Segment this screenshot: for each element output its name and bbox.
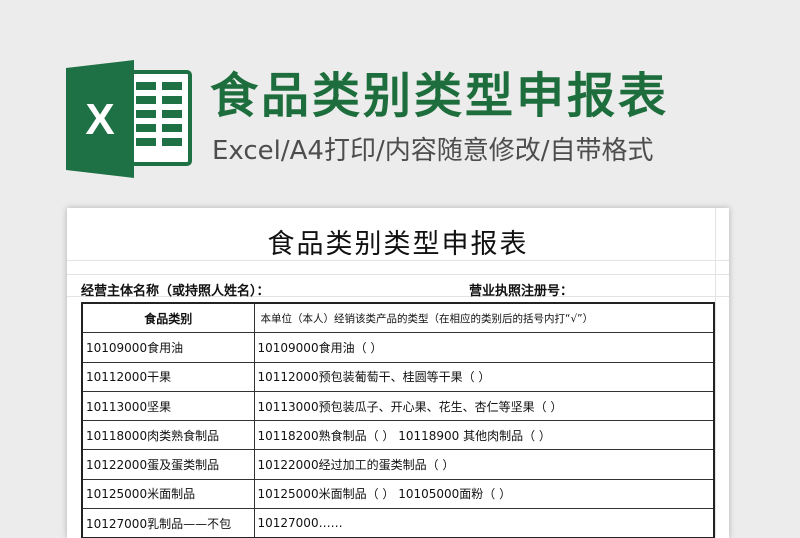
table-cell-type: 10122000经过加工的蛋类制品（ ） — [253, 449, 715, 480]
table-row: 10113000坚果 10113000预包装瓜子、开心果、花生、杏仁等坚果（ ） — [81, 390, 715, 422]
license-number-label: 营业执照注册号： — [469, 284, 574, 299]
page-title: 食品类别类型申报表 — [210, 68, 670, 124]
sheet-gridline — [67, 274, 729, 275]
table-cell-category: 10112000干果 — [81, 361, 255, 392]
table-cell-category: 10125000米面制品 — [81, 478, 255, 510]
table-cell-type: 10112000预包装葡萄干、桂圆等干果（ ） — [253, 361, 715, 392]
table-row: 10125000米面制品 10125000米面制品（ ） 10105000面粉（… — [81, 478, 715, 510]
excel-logo-icon: X — [66, 60, 192, 178]
table-cell-type: 10125000米面制品（ ） 10105000面粉（ ） — [253, 478, 715, 510]
table-cell-type: 10113000预包装瓜子、开心果、花生、杏仁等坚果（ ） — [253, 390, 715, 422]
table-cell-type: 10118200熟食制品（ ） 10118900 其他肉制品（ ） — [253, 420, 715, 451]
header-food-category: 食品类别 — [81, 302, 255, 334]
table-header-row: 食品类别 本单位（本人）经销该类产品的类型（在相应的类别后的括号内打“√”） — [81, 302, 715, 334]
header-product-type: 本单位（本人）经销该类产品的类型（在相应的类别后的括号内打“√”） — [253, 302, 715, 334]
table-cell-category: 10113000坚果 — [81, 390, 255, 422]
operator-name-label: 经营主体名称（或持照人姓名）： — [81, 284, 270, 299]
page-subtitle: Excel/A4打印/内容随意修改/自带格式 — [212, 136, 654, 166]
table-cell-category: 10109000食用油 — [81, 332, 255, 363]
spreadsheet-preview: 食品类别类型申报表 经营主体名称（或持照人姓名）： 营业执照注册号： 食品类别 … — [67, 208, 729, 538]
table-row: 10127000乳制品——不包 10127000…… — [81, 508, 715, 538]
table-row: 10118000肉类熟食制品 10118200熟食制品（ ） 10118900 … — [81, 420, 715, 451]
table-row: 10112000干果 10112000预包装葡萄干、桂圆等干果（ ） — [81, 361, 715, 392]
table-row: 10109000食用油 10109000食用油（ ） — [81, 332, 715, 363]
table-cell-type: 10127000…… — [253, 508, 715, 538]
table-cell-category: 10118000肉类熟食制品 — [81, 420, 255, 451]
table-cell-category: 10122000蛋及蛋类制品 — [81, 449, 255, 480]
sheet-title: 食品类别类型申报表 — [267, 229, 529, 260]
table-cell-type: 10109000食用油（ ） — [253, 332, 715, 363]
food-category-table: 食品类别 本单位（本人）经销该类产品的类型（在相应的类别后的括号内打“√”） 1… — [81, 302, 715, 538]
table-row: 10122000蛋及蛋类制品 10122000经过加工的蛋类制品（ ） — [81, 449, 715, 480]
logo-letter: X — [85, 95, 114, 144]
table-cell-category: 10127000乳制品——不包 — [81, 508, 255, 538]
